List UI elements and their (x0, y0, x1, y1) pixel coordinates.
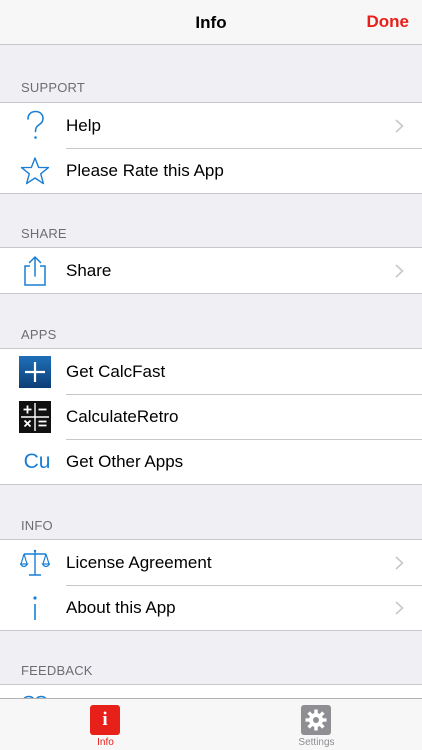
gear-icon (301, 705, 331, 735)
help-row[interactable]: Help (0, 103, 422, 148)
chevron-right-icon (395, 601, 404, 615)
about-app-row[interactable]: About this App (0, 585, 422, 630)
navigation-bar: Info Done (0, 0, 422, 45)
calculateretro-row[interactable]: CalculateRetro (0, 394, 422, 439)
section-header-info: INFO (21, 518, 53, 533)
info-tab-icon: i (90, 705, 120, 735)
settings-list[interactable]: SUPPORT Help Please Rate this App SHARE … (0, 46, 422, 698)
calculateretro-label: CalculateRetro (66, 407, 179, 426)
tab-bar: i Info Settings (0, 698, 422, 750)
section-header-apps: APPS (21, 327, 57, 342)
question-icon (19, 110, 51, 142)
get-calcfast-row[interactable]: Get CalcFast (0, 349, 422, 394)
chevron-right-icon (395, 119, 404, 133)
calculateretro-icon (19, 401, 51, 433)
share-row[interactable]: Share (0, 248, 422, 293)
calcfast-icon (19, 356, 51, 388)
get-other-apps-label: Get Other Apps (66, 452, 184, 471)
license-agreement-label: License Agreement (66, 553, 212, 572)
group-feedback (0, 684, 422, 698)
group-apps: Get CalcFast CalculateRetro Cu Get Other… (0, 348, 422, 485)
rate-app-label: Please Rate this App (66, 161, 224, 180)
get-calcfast-label: Get CalcFast (66, 362, 166, 381)
tab-info[interactable]: i Info (0, 699, 211, 750)
chevron-right-icon (395, 556, 404, 570)
share-icon (19, 255, 51, 287)
group-support: Help Please Rate this App (0, 102, 422, 194)
info-icon (19, 592, 51, 624)
done-button[interactable]: Done (367, 12, 410, 32)
share-label: Share (66, 261, 112, 280)
cu-icon: Cu (23, 450, 51, 473)
section-header-support: SUPPORT (21, 80, 86, 95)
tab-settings[interactable]: Settings (211, 699, 422, 750)
star-icon (19, 155, 51, 187)
about-app-label: About this App (66, 598, 176, 617)
license-agreement-row[interactable]: License Agreement (0, 540, 422, 585)
feedback-row[interactable] (0, 685, 422, 698)
tab-info-label: Info (97, 737, 114, 748)
page-title: Info (195, 13, 227, 32)
group-share: Share (0, 247, 422, 294)
scales-icon (19, 547, 51, 579)
chevron-right-icon (395, 264, 404, 278)
tab-settings-label: Settings (298, 737, 335, 748)
rate-app-row[interactable]: Please Rate this App (0, 148, 422, 193)
section-header-share: SHARE (21, 226, 67, 241)
group-info: License Agreement About this App (0, 539, 422, 631)
help-label: Help (66, 116, 101, 135)
section-header-feedback: FEEDBACK (21, 663, 93, 678)
get-other-apps-row[interactable]: Cu Get Other Apps (0, 439, 422, 484)
